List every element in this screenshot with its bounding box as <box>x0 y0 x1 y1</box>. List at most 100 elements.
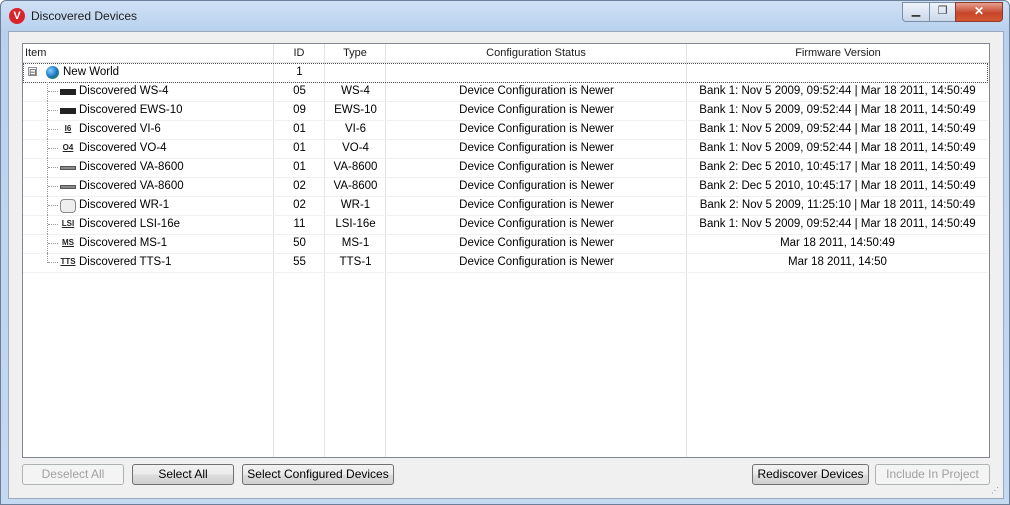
maximize-button[interactable]: ❐ <box>929 2 956 22</box>
device-name: Discovered MS-1 <box>79 237 168 249</box>
device-type: WR-1 <box>340 199 371 211</box>
device-text-icon: O4 <box>62 143 74 152</box>
device-type: WS-4 <box>341 85 370 97</box>
device-text-icon: LSI <box>61 219 75 228</box>
tree-row-root[interactable]: ⊟ New World 1 <box>23 63 988 83</box>
config-status: Device Configuration is Newer <box>459 256 614 268</box>
device-name: Discovered LSI-16e <box>79 218 180 230</box>
column-header-firmware[interactable]: Firmware Version <box>687 44 989 62</box>
firmware-version: Mar 18 2011, 14:50 <box>788 256 887 268</box>
column-header-id[interactable]: ID <box>274 44 325 62</box>
rediscover-devices-button[interactable]: Rediscover Devices <box>752 464 869 485</box>
include-in-project-button[interactable]: Include In Project <box>875 464 990 485</box>
title-bar[interactable]: V Discovered Devices ▁ ❐ ✕ <box>1 1 1009 31</box>
device-name: Discovered TTS-1 <box>79 256 172 268</box>
collapse-icon[interactable]: ⊟ <box>28 67 37 77</box>
device-id: 05 <box>293 85 306 97</box>
tree-connector <box>48 186 58 187</box>
device-text-icon: I6 <box>64 124 72 133</box>
device-id: 02 <box>293 180 306 192</box>
tree-row-device[interactable]: Discovered EWS-10 09 EWS-10 Device Configur… <box>23 101 988 121</box>
tree-connector <box>48 148 58 149</box>
tree-row-device[interactable]: MS Discovered MS-1 50 MS-1 Device Configurat… <box>23 234 988 254</box>
device-type: VI-6 <box>344 123 367 135</box>
config-status: Device Configuration is Newer <box>459 142 614 154</box>
device-id: 01 <box>293 123 306 135</box>
device-type: MS-1 <box>341 237 370 249</box>
device-name: Discovered EWS-10 <box>79 104 183 116</box>
tree-connector <box>48 167 58 168</box>
firmware-version: Bank 1: Nov 5 2009, 09:52:44 | Mar 18 20… <box>699 104 976 116</box>
root-label: New World <box>63 66 120 78</box>
firmware-version: Bank 2: Dec 5 2010, 10:45:17 | Mar 18 20… <box>699 180 976 192</box>
config-status: Device Configuration is Newer <box>459 180 614 192</box>
window-title: Discovered Devices <box>31 9 138 23</box>
firmware-version: Mar 18 2011, 14:50:49 <box>780 237 895 249</box>
firmware-version: Bank 2: Nov 5 2009, 11:25:10 | Mar 18 20… <box>699 199 976 211</box>
dialog-client-area: Item ID Type Configuration Status Firmwa… <box>8 31 1004 499</box>
tree-connector <box>48 262 58 263</box>
resize-grip-icon[interactable]: ⋰ <box>991 486 1001 496</box>
select-configured-devices-button[interactable]: Select Configured Devices <box>242 464 394 485</box>
discovered-devices-window: V Discovered Devices ▁ ❐ ✕ Item ID Type … <box>0 0 1010 505</box>
device-name: Discovered VI-6 <box>79 123 161 135</box>
root-id: 1 <box>296 66 303 78</box>
device-slim-icon <box>60 185 76 189</box>
close-button[interactable]: ✕ <box>955 2 1003 22</box>
column-header-config-status[interactable]: Configuration Status <box>386 44 687 62</box>
tree-row-device[interactable]: O4 Discovered VO-4 01 VO-4 Device Configurat… <box>23 139 988 159</box>
device-id: 01 <box>293 161 306 173</box>
device-type: TTS-1 <box>339 256 372 268</box>
config-status: Device Configuration is Newer <box>459 104 614 116</box>
device-id: 01 <box>293 142 306 154</box>
restore-icon: ❐ <box>937 5 948 17</box>
device-round-icon <box>60 199 76 213</box>
device-bar-icon <box>60 108 76 114</box>
tree-row-device[interactable]: Discovered VA-8600 02 VA-8600 Device Config… <box>23 177 988 197</box>
firmware-version: Bank 1: Nov 5 2009, 09:52:44 | Mar 18 20… <box>699 123 976 135</box>
config-status: Device Configuration is Newer <box>459 161 614 173</box>
device-name: Discovered WS-4 <box>79 85 169 97</box>
device-id: 09 <box>293 104 306 116</box>
deselect-all-button[interactable]: Deselect All <box>22 464 124 485</box>
tree-connector <box>48 205 58 206</box>
column-header-item[interactable]: Item <box>23 44 274 62</box>
device-type: VA-8600 <box>333 180 378 192</box>
tree-row-device[interactable]: I6 Discovered VI-6 01 VI-6 Device Configurat… <box>23 120 988 140</box>
tree-row-device[interactable]: Discovered WR-1 02 WR-1 Device Configuratio… <box>23 196 988 216</box>
device-type: LSI-16e <box>335 218 376 230</box>
firmware-version: Bank 1: Nov 5 2009, 09:52:44 | Mar 18 20… <box>699 142 976 154</box>
tree-connector <box>48 224 58 225</box>
device-name: Discovered WR-1 <box>79 199 170 211</box>
column-header-type[interactable]: Type <box>325 44 386 62</box>
firmware-version: Bank 1: Nov 5 2009, 09:52:44 | Mar 18 20… <box>699 85 976 97</box>
device-id: 50 <box>293 237 306 249</box>
column-header: Item ID Type Configuration Status Firmwa… <box>23 44 989 63</box>
minimize-button[interactable]: ▁ <box>902 2 930 22</box>
device-tree-list[interactable]: Item ID Type Configuration Status Firmwa… <box>22 43 990 458</box>
globe-icon <box>46 66 59 79</box>
firmware-version: Bank 1: Nov 5 2009, 09:52:44 | Mar 18 20… <box>699 218 976 230</box>
device-slim-icon <box>60 166 76 170</box>
tree-row-device[interactable]: Discovered VA-8600 01 VA-8600 Device Config… <box>23 158 988 178</box>
minimize-icon: ▁ <box>911 5 921 17</box>
app-logo-icon: V <box>9 8 25 24</box>
device-name: Discovered VO-4 <box>79 142 167 154</box>
device-type: VA-8600 <box>333 161 378 173</box>
device-text-icon: TTS <box>60 257 76 266</box>
tree-connector <box>48 110 58 111</box>
tree-row-device[interactable]: LSI Discovered LSI-16e 11 LSI-16e Device Con… <box>23 215 988 235</box>
tree-connector <box>48 91 58 92</box>
config-status: Device Configuration is Newer <box>459 218 614 230</box>
device-name: Discovered VA-8600 <box>79 161 184 173</box>
select-all-button[interactable]: Select All <box>132 464 234 485</box>
device-text-icon: MS <box>62 238 74 247</box>
close-icon: ✕ <box>973 4 985 18</box>
tree-row-device[interactable]: TTS Discovered TTS-1 55 TTS-1 Device Configu… <box>23 253 988 273</box>
device-type: VO-4 <box>342 142 369 154</box>
device-id: 02 <box>293 199 306 211</box>
config-status: Device Configuration is Newer <box>459 85 614 97</box>
tree-row-device[interactable]: Discovered WS-4 05 WS-4 Device Configuratio… <box>23 82 988 102</box>
config-status: Device Configuration is Newer <box>459 237 614 249</box>
device-id: 11 <box>293 218 306 230</box>
